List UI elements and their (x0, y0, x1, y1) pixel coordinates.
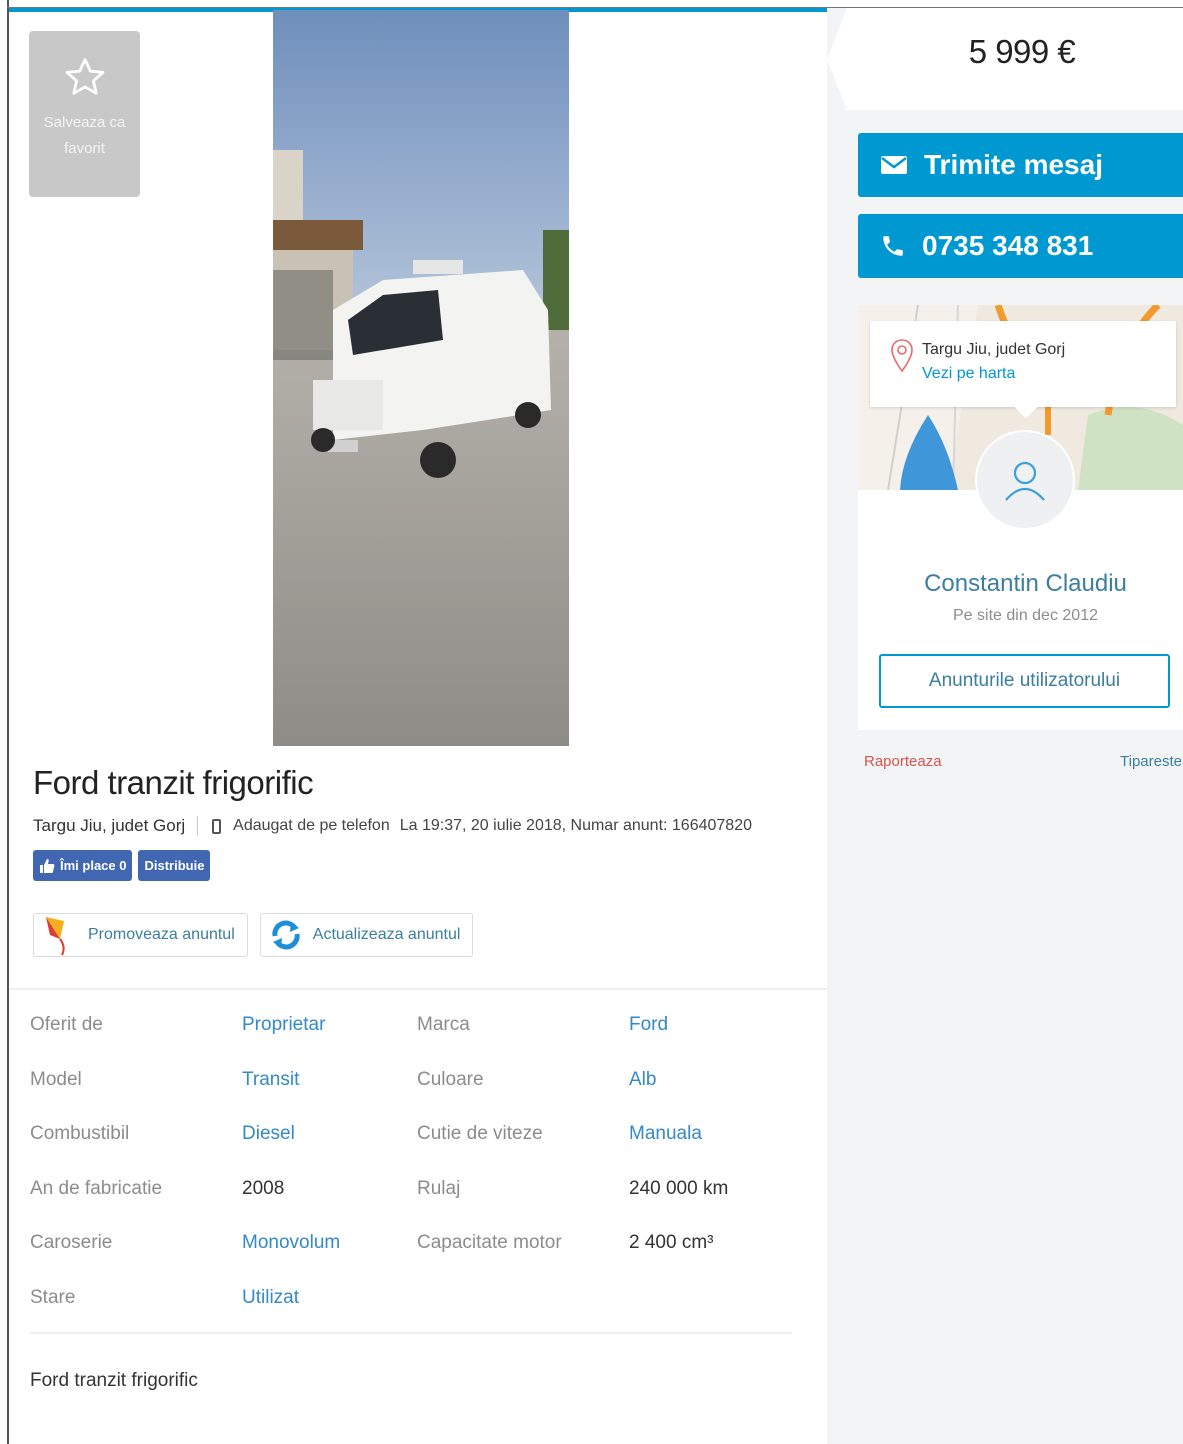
map-location-text: Targu Jiu, judet Gorj (922, 341, 1066, 358)
promote-label: Promoveaza anuntul (88, 926, 235, 943)
send-message-button[interactable]: Trimite mesaj (858, 133, 1183, 197)
listing-actions: Promoveaza anuntul Actualizeaza anuntul (33, 913, 474, 957)
section-divider (9, 988, 827, 990)
view-on-map-link[interactable]: Vezi pe harta (922, 365, 1015, 383)
meta-separator (197, 816, 199, 836)
detail-value: 2 400 cm³ (629, 1232, 714, 1253)
avatar (975, 430, 1075, 530)
detail-label: An de fabricatie (30, 1178, 163, 1199)
detail-value[interactable]: Manuala (629, 1123, 702, 1145)
price: 5 999 € (968, 33, 1076, 70)
detail-label: Cutie de viteze (417, 1123, 543, 1144)
detail-row: Caroserie Monovolum Capacitate motor 2 400 … (30, 1232, 790, 1272)
detail-value[interactable]: Monovolum (242, 1232, 340, 1254)
detail-value[interactable]: Diesel (242, 1123, 295, 1145)
detail-row: An de fabricatie 2008 Rulaj 240 000 km (30, 1178, 790, 1218)
map-pin-icon (891, 339, 913, 373)
facebook-share-label: Distribuie (144, 858, 205, 873)
detail-value: 240 000 km (629, 1178, 729, 1199)
location-popup: Targu Jiu, judet Gorj Vezi pe harta (870, 321, 1176, 419)
detail-value[interactable]: Transit (242, 1069, 299, 1091)
listing-meta: Targu Jiu, judet Gorj Adaugat de pe tele… (33, 816, 752, 836)
send-message-label: Trimite mesaj (924, 149, 1103, 180)
seller-card: Targu Jiu, judet Gorj Vezi pe harta Cons… (858, 305, 1183, 730)
listing-photo[interactable] (273, 10, 569, 746)
detail-row: Model Transit Culoare Alb (30, 1069, 790, 1109)
detail-row: Stare Utilizat (30, 1287, 790, 1327)
detail-label: Caroserie (30, 1232, 113, 1253)
detail-label: Model (30, 1069, 82, 1090)
save-favorite-button[interactable]: Salveaza ca favorit (29, 31, 140, 197)
detail-label: Stare (30, 1287, 76, 1308)
main-column: Salveaza ca favorit Ford tranzit frigori… (9, 8, 827, 1444)
thumbs-up-icon (40, 858, 55, 873)
detail-value[interactable]: Ford (629, 1014, 668, 1036)
detail-label: Oferit de (30, 1014, 103, 1035)
detail-label: Combustibil (30, 1123, 130, 1144)
detail-row: Oferit de Proprietar Marca Ford (30, 1014, 790, 1054)
refresh-ad-label: Actualizeaza anuntul (312, 926, 461, 943)
user-ads-button[interactable]: Anunturile utilizatorului (879, 654, 1170, 708)
social-buttons: Îmi place 0 Distribuie (33, 850, 211, 881)
seller-since: Pe site din dec 2012 (953, 607, 1098, 624)
detail-value[interactable]: Alb (629, 1069, 656, 1091)
mobile-phone-icon (212, 818, 222, 834)
detail-value: 2008 (242, 1178, 285, 1199)
facebook-share-button[interactable]: Distribuie (138, 850, 211, 881)
facebook-like-button[interactable]: Îmi place 0 (33, 850, 133, 881)
added-from: Adaugat de pe telefon (233, 817, 390, 834)
show-phone-button[interactable]: 0735 348 831 (858, 214, 1183, 278)
detail-row: Combustibil Diesel Cutie de viteze Manuala (30, 1123, 790, 1163)
phone-icon (883, 236, 903, 256)
detail-value[interactable]: Proprietar (242, 1014, 325, 1036)
refresh-icon (272, 920, 300, 950)
user-icon (1005, 461, 1045, 501)
listing-location: Targu Jiu, judet Gorj (33, 816, 186, 835)
envelope-icon (881, 156, 907, 174)
report-link[interactable]: Raporteaza (864, 753, 942, 770)
kite-icon (46, 917, 65, 956)
price-notch (827, 8, 847, 110)
facebook-like-label: Îmi place 0 (60, 858, 127, 873)
detail-label: Capacitate motor (417, 1232, 562, 1253)
detail-label: Culoare (417, 1069, 484, 1090)
detail-label: Rulaj (417, 1178, 461, 1199)
description-divider (30, 1332, 792, 1334)
detail-label: Marca (417, 1014, 470, 1035)
phone-number: 0735 348 831 (922, 230, 1094, 261)
added-info: La 19:37, 20 iulie 2018, Numar anunt: 16… (399, 817, 752, 834)
listing-description: Ford tranzit frigorific (30, 1370, 198, 1391)
star-icon (65, 58, 104, 95)
listing-title: Ford tranzit frigorific (33, 764, 314, 801)
refresh-ad-button[interactable]: Actualizeaza anuntul (259, 913, 474, 957)
detail-value[interactable]: Utilizat (242, 1287, 299, 1309)
promote-button[interactable]: Promoveaza anuntul (33, 913, 248, 957)
print-link[interactable]: Tipareste (1120, 753, 1182, 770)
save-favorite-label: Salveaza ca favorit (43, 114, 126, 157)
seller-name[interactable]: Constantin Claudiu (858, 570, 1183, 598)
